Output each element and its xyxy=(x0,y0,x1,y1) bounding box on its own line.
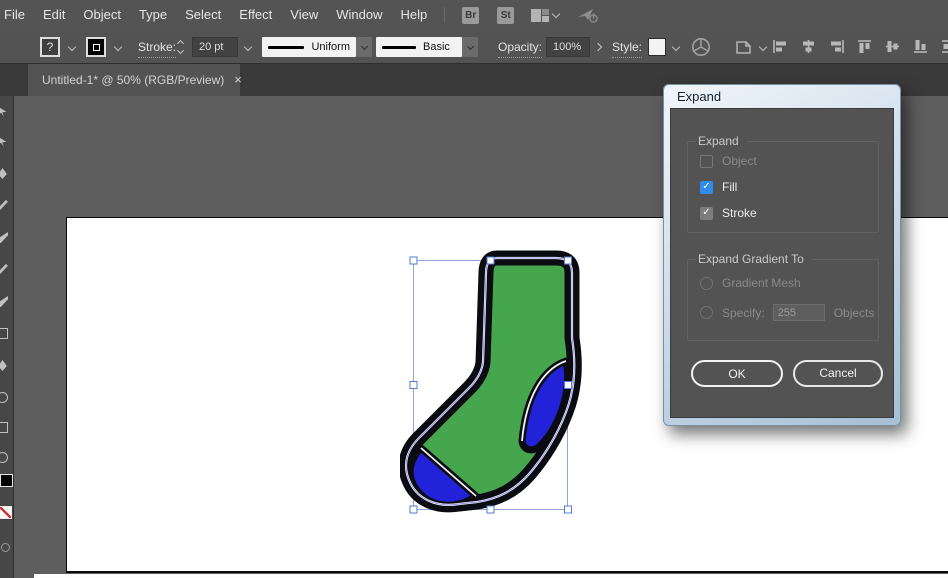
menu-edit[interactable]: Edit xyxy=(34,0,74,30)
distribute-icon[interactable] xyxy=(941,39,948,54)
fill-color-swatch[interactable]: ? xyxy=(40,37,60,57)
align-vertical-center-icon[interactable] xyxy=(885,39,902,54)
sock-artwork[interactable] xyxy=(400,250,588,522)
style-label[interactable]: Style: xyxy=(612,37,643,58)
stroke-proxy-swatch[interactable] xyxy=(0,506,12,519)
bridge-icon[interactable]: Br xyxy=(462,6,480,24)
align-left-icon[interactable] xyxy=(772,39,789,54)
brush-definition-select[interactable]: Basic xyxy=(376,37,462,57)
ok-button[interactable]: OK xyxy=(691,360,783,387)
specify-objects-input[interactable] xyxy=(772,304,825,321)
gradient-group-title: Expand Gradient To xyxy=(696,252,812,266)
document-tab[interactable]: Untitled-1* @ 50% (RGB/Preview) × xyxy=(28,64,242,96)
drawing-mode-icon[interactable] xyxy=(1,543,10,552)
stroke-weight-value[interactable]: 20 pt xyxy=(192,37,238,57)
illustrator-window: File Edit Object Type Select Effect View… xyxy=(0,0,948,578)
fill-checkbox-label: Fill xyxy=(722,180,738,194)
menu-object[interactable]: Object xyxy=(74,0,130,30)
menu-select[interactable]: Select xyxy=(176,0,230,30)
width-profile-label: Uniform xyxy=(311,41,350,53)
pen-tool-icon[interactable] xyxy=(0,168,9,180)
dialog-title: Expand xyxy=(677,89,722,104)
gradient-mesh-radio-row[interactable]: Gradient Mesh xyxy=(700,276,801,290)
document-tab-title: Untitled-1* @ 50% (RGB/Preview) xyxy=(42,73,225,87)
stroke-checkbox[interactable]: ✓ xyxy=(700,206,713,220)
stroke-weight-stepper[interactable] xyxy=(176,37,185,57)
document-setup-icon[interactable] xyxy=(734,38,754,56)
stroke-weight-label[interactable]: Stroke: xyxy=(138,37,177,58)
opacity-value[interactable]: 100% xyxy=(546,37,590,57)
workspace-switcher-icon[interactable] xyxy=(531,8,550,22)
objects-label: Objects xyxy=(833,305,875,320)
selection-tool-icon[interactable] xyxy=(0,106,9,118)
brush-preview xyxy=(382,45,416,49)
stroke-color-swatch[interactable] xyxy=(86,37,106,57)
variable-width-profile-select[interactable]: Uniform xyxy=(262,37,356,57)
brush-label: Basic xyxy=(423,41,450,53)
stroke-swatch-inner xyxy=(92,43,100,51)
object-checkbox[interactable] xyxy=(700,154,713,168)
opacity-expand-icon[interactable] xyxy=(590,37,606,57)
recolor-artwork-icon[interactable] xyxy=(691,37,711,57)
menu-separator xyxy=(444,7,446,23)
brush-tool-icon[interactable] xyxy=(0,232,9,244)
width-profile-dropdown-icon[interactable] xyxy=(356,37,372,57)
direct-selection-tool-icon[interactable] xyxy=(0,136,9,148)
style-swatch[interactable] xyxy=(648,38,666,56)
menu-bar: File Edit Object Type Select Effect View… xyxy=(0,0,948,30)
dialog-body: Expand Object ✓ Fill ✓ Stroke Expand Gra… xyxy=(670,108,894,418)
fill-proxy-swatch[interactable] xyxy=(0,474,13,487)
object-checkbox-label: Object xyxy=(722,154,757,168)
fill-color-chevron-icon[interactable] xyxy=(67,42,77,52)
menu-help[interactable]: Help xyxy=(391,0,436,30)
stroke-weight-chevron-icon[interactable] xyxy=(243,42,253,52)
gradient-mesh-label: Gradient Mesh xyxy=(722,276,801,290)
control-bar: ? Stroke: 20 pt Uniform Basic Opacity: 1… xyxy=(0,30,948,64)
scale-tool-icon[interactable] xyxy=(0,422,9,434)
menu-file[interactable]: File xyxy=(0,0,34,30)
menu-window[interactable]: Window xyxy=(327,0,391,30)
document-setup-chevron-icon[interactable] xyxy=(758,42,768,52)
cancel-button[interactable]: Cancel xyxy=(793,360,883,387)
gradient-options-group: Expand Gradient To Gradient Mesh Specify… xyxy=(687,252,879,341)
align-horizontal-center-icon[interactable] xyxy=(800,39,817,54)
specify-radio[interactable] xyxy=(700,306,713,319)
specify-radio-row[interactable]: Specify: Objects xyxy=(700,304,874,321)
curvature-tool-icon[interactable] xyxy=(0,200,9,212)
fill-checkbox[interactable]: ✓ xyxy=(700,180,713,194)
stroke-checkbox-row[interactable]: ✓ Stroke xyxy=(700,206,757,220)
style-chevron-icon[interactable] xyxy=(671,42,681,52)
align-right-icon[interactable] xyxy=(828,39,845,54)
menu-effect[interactable]: Effect xyxy=(230,0,281,30)
object-checkbox-row[interactable]: Object xyxy=(700,154,757,168)
zoom-tool-icon[interactable] xyxy=(0,452,9,464)
brush-dropdown-icon[interactable] xyxy=(462,37,478,57)
stroke-color-chevron-icon[interactable] xyxy=(113,42,123,52)
tool-strip xyxy=(0,96,14,578)
pencil-tool-icon[interactable] xyxy=(0,264,9,276)
eraser-tool-icon[interactable] xyxy=(0,360,9,372)
expand-options-group: Expand Object ✓ Fill ✓ Stroke xyxy=(687,134,879,233)
gradient-mesh-radio[interactable] xyxy=(700,276,713,290)
tab-close-icon[interactable]: × xyxy=(234,64,242,96)
expand-dialog[interactable]: Expand Expand Object ✓ Fill ✓ Stroke Exp… xyxy=(663,84,901,426)
opacity-label[interactable]: Opacity: xyxy=(498,37,543,58)
fill-checkbox-row[interactable]: ✓ Fill xyxy=(700,180,737,194)
specify-label: Specify: xyxy=(722,305,765,320)
artboard-bottom-strip xyxy=(34,574,948,578)
stock-icon[interactable]: St xyxy=(497,6,515,24)
expand-group-title: Expand xyxy=(696,134,747,148)
blob-brush-tool-icon[interactable] xyxy=(0,296,9,308)
width-profile-preview xyxy=(268,45,305,49)
align-top-icon[interactable] xyxy=(857,39,874,54)
stroke-checkbox-label: Stroke xyxy=(722,206,757,220)
share-icon[interactable] xyxy=(577,7,599,24)
menu-view[interactable]: View xyxy=(281,0,327,30)
align-bottom-icon[interactable] xyxy=(913,39,930,54)
workspace-chevron-icon[interactable] xyxy=(551,9,561,19)
rectangle-tool-icon[interactable] xyxy=(0,328,9,340)
rotate-tool-icon[interactable] xyxy=(0,392,9,404)
menu-type[interactable]: Type xyxy=(130,0,176,30)
